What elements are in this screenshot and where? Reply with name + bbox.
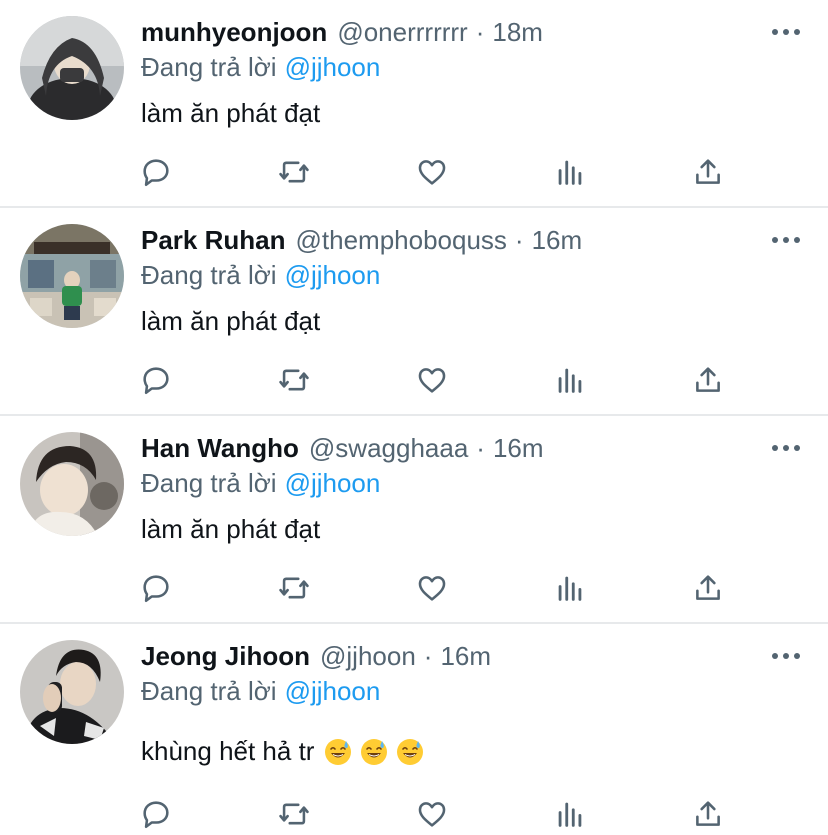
like-icon[interactable]: [414, 362, 450, 398]
tweet[interactable]: Jeong Jihoon @jjhoon · 16m Đang trả lời @…: [0, 624, 828, 835]
analytics-icon[interactable]: [552, 796, 588, 832]
avatar[interactable]: [20, 640, 124, 744]
analytics-icon[interactable]: [552, 362, 588, 398]
more-icon[interactable]: [772, 18, 800, 46]
user-handle[interactable]: @jjhoon: [320, 641, 416, 672]
grinning-sweat-emoji: [324, 738, 352, 766]
separator-dot: ·: [514, 224, 524, 255]
tweet-text-content: khùng hết hả tr: [141, 736, 315, 766]
tweet-text: khùng hết hả tr: [141, 736, 424, 767]
analytics-icon[interactable]: [552, 570, 588, 606]
reply-icon[interactable]: [138, 570, 174, 606]
display-name[interactable]: Jeong Jihoon: [141, 641, 310, 672]
more-icon[interactable]: [772, 226, 800, 254]
analytics-icon[interactable]: [552, 154, 588, 190]
user-handle[interactable]: @swagghaaa: [309, 433, 468, 464]
reply-icon[interactable]: [138, 154, 174, 190]
grinning-sweat-emoji: [360, 738, 388, 766]
more-icon[interactable]: [772, 642, 800, 670]
share-icon[interactable]: [690, 154, 726, 190]
mention-link[interactable]: @jjhoon: [285, 676, 381, 706]
mention-link[interactable]: @jjhoon: [285, 468, 381, 498]
retweet-icon[interactable]: [276, 570, 312, 606]
display-name[interactable]: munhyeonjoon: [141, 17, 327, 48]
more-icon[interactable]: [772, 434, 800, 462]
timestamp[interactable]: 18m: [492, 17, 543, 48]
timestamp[interactable]: 16m: [493, 433, 544, 464]
tweet-header: Jeong Jihoon @jjhoon · 16m: [141, 638, 491, 674]
display-name[interactable]: Han Wangho: [141, 433, 299, 464]
like-icon[interactable]: [414, 570, 450, 606]
like-icon[interactable]: [414, 796, 450, 832]
tweet-header: Park Ruhan @themphoboquss · 16m: [141, 222, 582, 258]
tweet-text: làm ăn phát đạt: [141, 514, 321, 544]
reply-feed: munhyeonjoon @onerrrrrrr · 18m Đang trả …: [0, 0, 828, 835]
tweet-text: làm ăn phát đạt: [141, 98, 321, 128]
tweet[interactable]: Han Wangho @swagghaaa · 16m Đang trả lời…: [0, 416, 828, 624]
retweet-icon[interactable]: [276, 796, 312, 832]
tweet[interactable]: Park Ruhan @themphoboquss · 16m Đang trả…: [0, 208, 828, 416]
avatar[interactable]: [20, 224, 124, 328]
tweet-header: munhyeonjoon @onerrrrrrr · 18m: [141, 14, 543, 50]
grinning-sweat-emoji: [396, 738, 424, 766]
user-handle[interactable]: @onerrrrrrr: [337, 17, 467, 48]
tweet-header: Han Wangho @swagghaaa · 16m: [141, 430, 544, 466]
separator-dot: ·: [423, 640, 433, 671]
separator-dot: ·: [475, 16, 485, 47]
tweet-actions: [138, 570, 738, 606]
timestamp[interactable]: 16m: [532, 225, 583, 256]
mention-link[interactable]: @jjhoon: [285, 52, 381, 82]
replying-to: Đang trả lời @jjhoon: [141, 676, 380, 707]
share-icon[interactable]: [690, 796, 726, 832]
avatar[interactable]: [20, 432, 124, 536]
separator-dot: ·: [476, 432, 485, 463]
share-icon[interactable]: [690, 362, 726, 398]
reply-prefix: Đang trả lời: [141, 260, 277, 290]
reply-icon[interactable]: [138, 796, 174, 832]
display-name[interactable]: Park Ruhan: [141, 225, 286, 256]
tweet-actions: [138, 796, 738, 832]
like-icon[interactable]: [414, 154, 450, 190]
mention-link[interactable]: @jjhoon: [285, 260, 381, 290]
retweet-icon[interactable]: [276, 362, 312, 398]
timestamp[interactable]: 16m: [440, 641, 491, 672]
reply-prefix: Đang trả lời: [141, 52, 277, 82]
tweet-actions: [138, 154, 738, 190]
tweet-text: làm ăn phát đạt: [141, 306, 321, 336]
reply-prefix: Đang trả lời: [141, 468, 277, 498]
reply-prefix: Đang trả lời: [141, 676, 277, 706]
replying-to: Đang trả lời @jjhoon: [141, 468, 380, 499]
user-handle[interactable]: @themphoboquss: [296, 225, 507, 256]
retweet-icon[interactable]: [276, 154, 312, 190]
share-icon[interactable]: [690, 570, 726, 606]
replying-to: Đang trả lời @jjhoon: [141, 52, 380, 83]
avatar[interactable]: [20, 16, 124, 120]
reply-icon[interactable]: [138, 362, 174, 398]
replying-to: Đang trả lời @jjhoon: [141, 260, 380, 291]
tweet-actions: [138, 362, 738, 398]
tweet[interactable]: munhyeonjoon @onerrrrrrr · 18m Đang trả …: [0, 0, 828, 208]
